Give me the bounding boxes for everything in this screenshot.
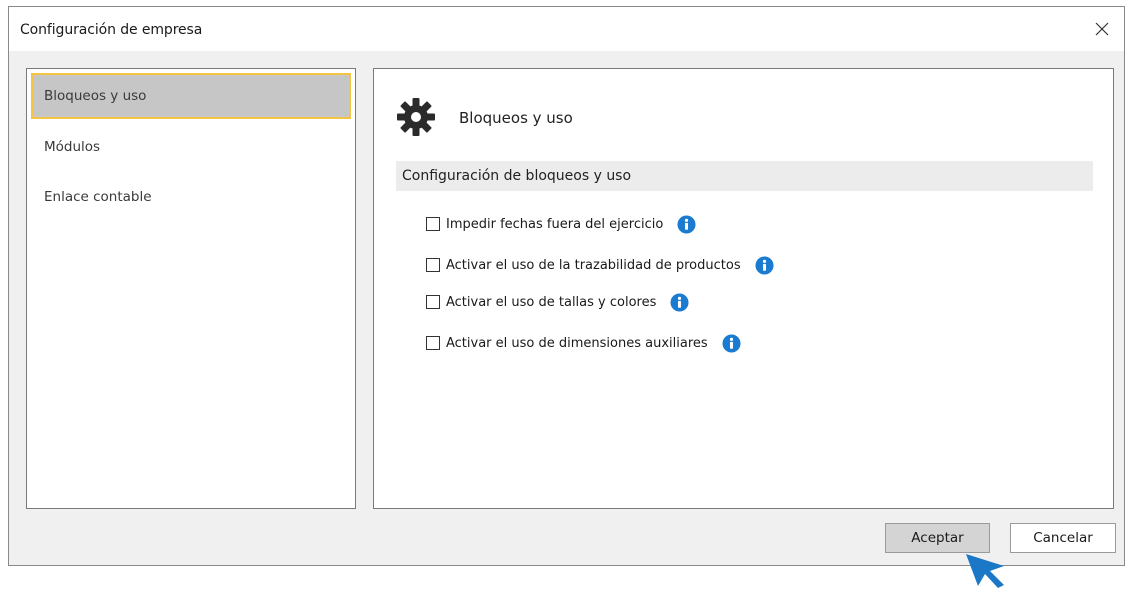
sidebar: Bloqueos y uso Módulos Enlace contable: [26, 68, 356, 509]
option-impedir-fechas: Impedir fechas fuera del ejercicio: [426, 214, 696, 234]
option-label: Activar el uso de dimensiones auxiliares: [446, 335, 708, 351]
checkbox[interactable]: [426, 295, 440, 309]
option-trazabilidad: Activar el uso de la trazabilidad de pro…: [426, 255, 774, 275]
checkbox[interactable]: [426, 217, 440, 231]
option-dimensiones-auxiliares: Activar el uso de dimensiones auxiliares: [426, 333, 741, 353]
sidebar-item-label: Módulos: [44, 139, 101, 155]
gear-icon: [397, 98, 435, 136]
info-icon[interactable]: [677, 214, 696, 234]
info-icon[interactable]: [755, 255, 774, 275]
sidebar-item-bloqueos-y-uso[interactable]: Bloqueos y uso: [31, 73, 351, 119]
section-title: Bloqueos y uso: [459, 109, 573, 127]
option-tallas-colores: Activar el uso de tallas y colores: [426, 292, 689, 312]
option-label: Activar el uso de la trazabilidad de pro…: [446, 257, 741, 273]
checkbox[interactable]: [426, 336, 440, 350]
configuracion-dialog: Configuración de empresa Bloqueos y uso …: [8, 6, 1125, 566]
close-button[interactable]: [1080, 7, 1124, 51]
option-label: Impedir fechas fuera del ejercicio: [446, 216, 664, 232]
content-panel: Bloqueos y uso Configuración de bloqueos…: [373, 68, 1114, 509]
sidebar-item-label: Enlace contable: [44, 189, 152, 205]
accept-button[interactable]: Aceptar: [885, 523, 990, 553]
cancel-button[interactable]: Cancelar: [1010, 523, 1116, 553]
checkbox[interactable]: [426, 258, 440, 272]
info-icon[interactable]: [722, 333, 741, 353]
info-icon[interactable]: [670, 292, 689, 312]
sidebar-item-enlace-contable[interactable]: Enlace contable: [31, 174, 351, 220]
option-label: Activar el uso de tallas y colores: [446, 294, 657, 310]
sidebar-item-modulos[interactable]: Módulos: [31, 124, 351, 170]
title-bar: Configuración de empresa: [9, 7, 1124, 51]
sidebar-item-label: Bloqueos y uso: [44, 88, 147, 104]
group-header: Configuración de bloqueos y uso: [396, 161, 1093, 191]
window-title: Configuración de empresa: [20, 22, 203, 38]
close-icon: [1095, 22, 1109, 36]
